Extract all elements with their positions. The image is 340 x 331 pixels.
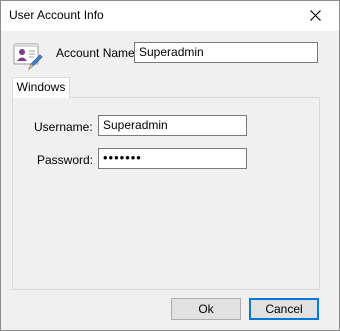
cancel-button[interactable]: Cancel: [249, 298, 319, 320]
account-name-label: Account Name:: [56, 46, 139, 60]
user-account-info-dialog: User Account Info Account Name: Superadm…: [0, 0, 340, 331]
username-label: Username:: [34, 120, 93, 134]
password-label: Password:: [37, 153, 94, 167]
username-field[interactable]: Superadmin: [98, 115, 247, 136]
close-button[interactable]: [293, 1, 339, 31]
close-icon: [310, 10, 321, 21]
account-name-field[interactable]: Superadmin: [134, 42, 318, 63]
ok-button[interactable]: Ok: [171, 298, 241, 320]
password-field[interactable]: •••••••: [98, 148, 247, 169]
title-bar: User Account Info: [1, 1, 339, 31]
window-title: User Account Info: [9, 8, 104, 22]
tab-windows[interactable]: Windows: [12, 77, 70, 98]
windows-tab-panel: Username: Superadmin Password: •••••••: [12, 97, 320, 290]
user-card-icon: [13, 41, 43, 71]
